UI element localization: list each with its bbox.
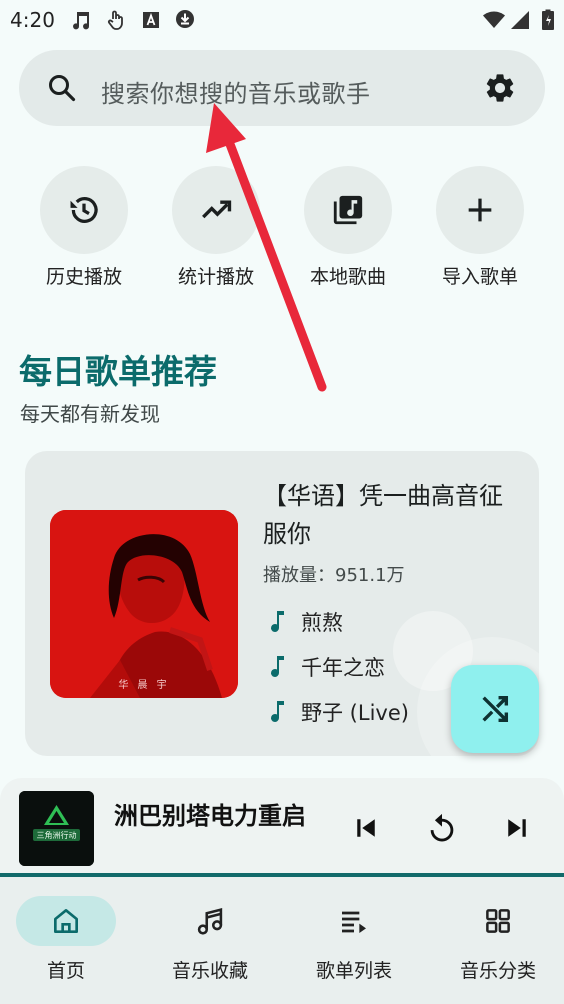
nav-favorites-label[interactable]: 音乐收藏 xyxy=(140,956,280,983)
music-notes-icon xyxy=(193,904,227,938)
queue-music-icon xyxy=(338,905,370,937)
wifi-icon xyxy=(482,8,506,32)
skip-previous-icon xyxy=(351,813,381,843)
playlist-cover[interactable]: 华 晨 宇 xyxy=(50,510,238,698)
music-note-icon xyxy=(268,699,286,723)
skip-previous-button[interactable] xyxy=(342,804,390,852)
add-icon xyxy=(463,193,497,227)
nav-playlists-label[interactable]: 歌单列表 xyxy=(284,956,424,983)
replay-button[interactable] xyxy=(418,804,466,852)
search-icon[interactable] xyxy=(46,72,78,104)
nav-favorites[interactable] xyxy=(160,896,260,946)
grid-icon xyxy=(483,906,513,936)
skip-next-icon xyxy=(502,813,532,843)
player-title: 洲巴别塔电力重启 xyxy=(114,802,306,830)
song-item[interactable]: 千年之恋 xyxy=(301,652,385,682)
cover-caption: 华 晨 宇 xyxy=(118,680,170,691)
shuffle-button[interactable] xyxy=(451,665,539,753)
history-label: 历史播放 xyxy=(45,266,122,288)
replay-icon xyxy=(425,811,459,845)
home-icon xyxy=(50,905,82,937)
shuffle-icon xyxy=(478,692,512,726)
nav-playlists[interactable] xyxy=(304,896,404,946)
battery-icon xyxy=(537,8,561,32)
settings-icon[interactable] xyxy=(483,71,517,105)
status-time: 4:20 xyxy=(10,8,55,32)
player-cover-text: 三角洲行动 xyxy=(36,831,77,840)
music-note-icon xyxy=(68,8,92,32)
play-count: 播放量：951.1万 xyxy=(263,565,405,586)
nav-categories-label[interactable]: 音乐分类 xyxy=(428,956,564,983)
history-icon xyxy=(67,193,101,227)
skip-next-button[interactable] xyxy=(493,804,541,852)
section-title: 每日歌单推荐 xyxy=(19,352,217,391)
music-note-icon xyxy=(268,609,286,633)
a-box-icon xyxy=(140,8,164,32)
song-item[interactable]: 煎熬 xyxy=(301,607,343,637)
import-playlist-button[interactable] xyxy=(436,166,524,254)
nav-home[interactable] xyxy=(16,896,116,946)
download-icon xyxy=(174,8,198,32)
player-cover[interactable]: 三角洲行动 xyxy=(19,791,94,866)
playlist-title: 【华语】凭一曲高音征服你 xyxy=(263,482,503,548)
nav-home-label[interactable]: 首页 xyxy=(0,956,136,983)
signal-icon xyxy=(509,8,533,32)
history-button[interactable] xyxy=(40,166,128,254)
import-playlist-label: 导入歌单 xyxy=(441,266,518,288)
music-note-icon xyxy=(268,654,286,678)
nav-categories[interactable] xyxy=(448,896,548,946)
touch-icon xyxy=(104,8,128,32)
section-subtitle: 每天都有新发现 xyxy=(20,402,160,426)
song-item[interactable]: 野子 (Live) xyxy=(301,697,409,727)
annotation-arrow xyxy=(200,95,340,400)
